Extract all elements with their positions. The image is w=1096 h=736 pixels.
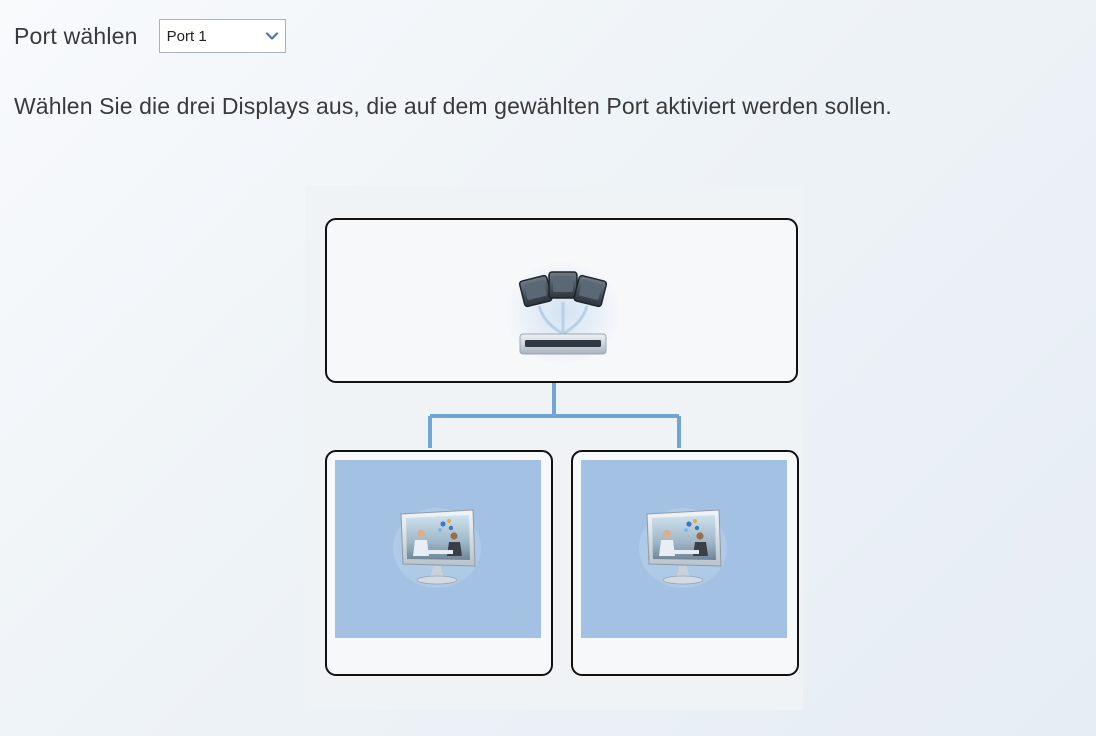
monitor-icon bbox=[393, 508, 481, 588]
port-selector-row: Port wählen Port 1 bbox=[14, 18, 286, 54]
chevron-down-icon bbox=[265, 32, 278, 40]
port-dropdown-value: Port 1 bbox=[166, 27, 207, 45]
hub-display-box[interactable] bbox=[325, 218, 798, 383]
display-diagram bbox=[305, 186, 803, 710]
display-box-right[interactable] bbox=[571, 450, 799, 676]
display-screen-right bbox=[581, 460, 787, 638]
port-label: Port wählen bbox=[14, 22, 138, 49]
monitor-icon bbox=[639, 508, 727, 588]
instructions-text: Wählen Sie die drei Displays aus, die au… bbox=[14, 93, 892, 119]
display-screen-left bbox=[335, 460, 541, 638]
camera-hub-icon bbox=[505, 261, 621, 365]
display-box-left[interactable] bbox=[325, 450, 553, 676]
port-dropdown[interactable]: Port 1 bbox=[158, 19, 286, 53]
